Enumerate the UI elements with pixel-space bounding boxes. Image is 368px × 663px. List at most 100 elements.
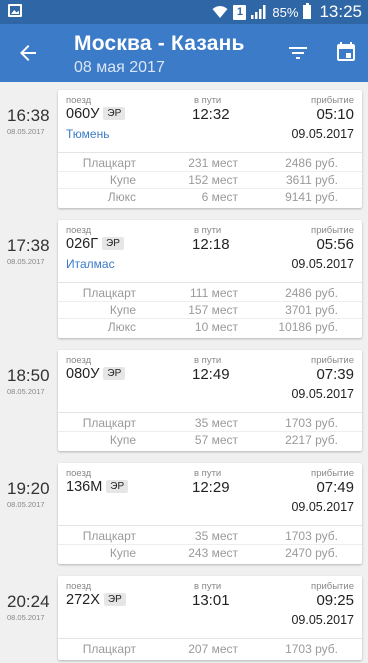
fare-row[interactable]: Плацкарт 207 мест 1703 руб. [58,641,362,657]
train-card[interactable]: поезд в пути прибытие 080У ЭР 12:49 07:39… [58,350,362,451]
fare-price: 1703 руб. [285,529,338,543]
fare-row[interactable]: Купе 152 мест 3611 руб. [58,172,362,189]
fare-price: 2470 руб. [285,546,338,560]
departure-time: 20:24 [7,592,50,611]
train-number-block: 080У ЭР [66,366,126,382]
train-number: 026Г [66,236,99,252]
train-card[interactable]: поезд в пути прибытие 272Х ЭР 13:01 09:25… [58,576,362,660]
fare-list: Плацкарт 231 мест 2486 руб. Купе 152 мест 361… [58,152,362,208]
train-card[interactable]: поезд в пути прибытие 136М ЭР 12:29 07:49… [58,463,362,564]
arrival-time: 05:10 [316,106,354,123]
route-date: 08 мая 2017 [74,59,165,76]
fare-price: 1703 руб. [285,642,338,656]
departure-date: 08.05.2017 [7,500,45,509]
fare-price: 2486 руб. [285,286,338,300]
arrival-date: 09.05.2017 [291,257,354,271]
fare-price: 10186 руб. [278,320,338,334]
train-card-header: поезд в пути прибытие 272Х ЭР 13:01 09:25… [58,576,362,638]
travel-duration: 12:32 [192,106,230,123]
arrival-label: прибытие [311,468,354,479]
train-card-header: поезд в пути прибытие 026Г ЭР Италмас 12:… [58,220,362,282]
fare-class: Купе [109,173,136,187]
duration-label: в пути [194,95,222,106]
arrival-date: 09.05.2017 [291,613,354,627]
fare-row[interactable]: Купе 57 мест 2217 руб. [58,432,362,448]
fare-seats: 243 мест [188,546,238,560]
arrival-date: 09.05.2017 [291,387,354,401]
fare-row[interactable]: Плацкарт 35 мест 1703 руб. [58,415,362,432]
calendar-icon[interactable] [334,40,358,64]
arrival-date: 09.05.2017 [291,500,354,514]
electronic-registration-badge: ЭР [103,367,126,380]
departure-time: 19:20 [7,479,50,498]
fare-class: Люкс [107,320,136,334]
train-number-block: 136М ЭР [66,479,129,495]
fare-seats: 111 мест [190,286,238,300]
departure: 18:50 08.05.2017 [7,366,51,396]
fare-class: Купе [109,433,136,447]
sim-icon: 1 [233,4,247,20]
gallery-notification-icon [8,4,22,17]
electronic-registration-badge: ЭР [103,593,126,606]
route-title: Москва - Казань [74,32,245,55]
status-bar: 1 85% 13:25 [0,0,368,24]
departure: 16:38 08.05.2017 [7,106,51,136]
battery-percent: 85% [272,4,299,20]
back-arrow-icon[interactable] [16,41,40,65]
travel-duration: 12:18 [192,236,230,253]
train-number-block: 272Х ЭР [66,592,126,608]
train-label: поезд [66,355,92,366]
train-number: 136М [66,479,103,495]
fare-row[interactable]: Купе 157 мест 3701 руб. [58,302,362,319]
fare-price: 1703 руб. [285,416,338,430]
fare-row[interactable]: Люкс 10 мест 10186 руб. [58,319,362,335]
train-label: поезд [66,95,92,106]
fare-list: Плацкарт 35 мест 1703 руб. Купе 243 мест 2470… [58,525,362,564]
fare-class: Плацкарт [82,529,136,543]
fare-row[interactable]: Купе 243 мест 2470 руб. [58,545,362,561]
fare-row[interactable]: Люкс 6 мест 9141 руб. [58,189,362,205]
fare-price: 3611 руб. [285,173,338,187]
fare-class: Купе [109,546,136,560]
travel-duration: 12:49 [192,366,230,383]
train-card[interactable]: поезд в пути прибытие 026Г ЭР Италмас 12:… [58,220,362,338]
train-brand: Италмас [66,257,115,271]
duration-label: в пути [194,581,222,592]
fare-seats: 157 мест [188,303,238,317]
arrival-time: 05:56 [316,236,354,253]
fare-class: Плацкарт [82,286,136,300]
train-number-block: 026Г ЭР [66,236,124,252]
fare-list: Плацкарт 111 мест 2486 руб. Купе 157 мест 370… [58,282,362,338]
fare-seats: 10 мест [194,320,238,334]
train-label: поезд [66,225,92,236]
departure: 19:20 08.05.2017 [7,479,51,509]
departure-date: 08.05.2017 [7,387,45,396]
fare-seats: 231 мест [188,156,238,170]
train-number: 272Х [66,592,100,608]
fare-row[interactable]: Плацкарт 231 мест 2486 руб. [58,155,362,172]
fare-class: Купе [109,303,136,317]
arrival-label: прибытие [311,225,354,236]
fare-row[interactable]: Плацкарт 35 мест 1703 руб. [58,528,362,545]
train-number: 080У [66,366,100,382]
departure: 17:38 08.05.2017 [7,236,51,266]
duration-label: в пути [194,225,222,236]
wifi-icon [212,5,228,19]
electronic-registration-badge: ЭР [103,107,126,120]
fare-price: 2217 руб. [285,433,338,447]
departure-date: 08.05.2017 [7,257,45,266]
train-label: поезд [66,468,92,479]
filter-icon[interactable] [286,41,310,65]
fare-seats: 152 мест [188,173,238,187]
fare-list: Плацкарт 35 мест 1703 руб. Купе 57 мест 2217 … [58,412,362,451]
train-number: 060У [66,106,100,122]
fare-price: 3701 руб. [285,303,338,317]
fare-list: Плацкарт 207 мест 1703 руб. [58,638,362,660]
fare-seats: 35 мест [194,529,238,543]
clock: 13:25 [319,2,362,21]
fare-row[interactable]: Плацкарт 111 мест 2486 руб. [58,285,362,302]
electronic-registration-badge: ЭР [106,480,129,493]
train-card[interactable]: поезд в пути прибытие 060У ЭР Тюмень 12:3… [58,90,362,208]
fare-price: 9141 руб. [285,190,338,204]
fare-class: Плацкарт [82,156,136,170]
